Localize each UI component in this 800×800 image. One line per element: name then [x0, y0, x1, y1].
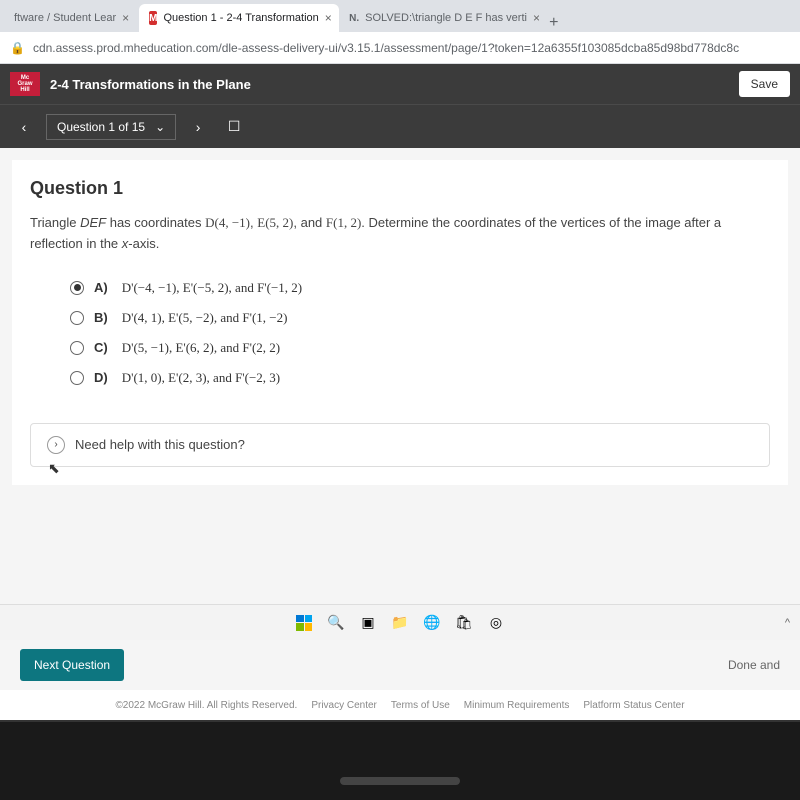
question-selector[interactable]: Question 1 of 15 ⌄ — [46, 114, 176, 140]
answer-choice-a[interactable]: A) D'(−4, −1), E'(−5, 2), and F'(−1, 2) — [70, 273, 770, 303]
question-counter: Question 1 of 15 — [57, 120, 145, 134]
chrome-icon[interactable]: ◎ — [484, 611, 508, 635]
answer-choice-c[interactable]: C) D'(5, −1), E'(6, 2), and F'(2, 2) — [70, 333, 770, 363]
answer-choice-b[interactable]: B) D'(4, 1), E'(5, −2), and F'(1, −2) — [70, 303, 770, 333]
edge-icon[interactable]: 🌐 — [420, 611, 444, 635]
chevron-down-icon: ⌄ — [155, 120, 165, 134]
task-view-icon[interactable]: ▣ — [356, 611, 380, 635]
tab-label: Question 1 - 2-4 Transformation — [163, 12, 318, 24]
tab-label: SOLVED:\triangle D E F has verti — [365, 12, 527, 24]
question-nav: ‹ Question 1 of 15 ⌄ › ☐ — [0, 104, 800, 148]
windows-start-icon[interactable] — [292, 611, 316, 635]
file-explorer-icon[interactable]: 📁 — [388, 611, 412, 635]
help-box[interactable]: › Need help with this question? — [30, 423, 770, 467]
help-text: Need help with this question? — [75, 437, 245, 452]
footer: ©2022 McGraw Hill. All Rights Reserved. … — [0, 690, 800, 720]
lock-icon: 🔒 — [10, 41, 25, 55]
copyright: ©2022 McGraw Hill. All Rights Reserved. — [115, 700, 297, 711]
address-bar: 🔒 cdn.assess.prod.mheducation.com/dle-as… — [0, 32, 800, 64]
footer-link[interactable]: Platform Status Center — [583, 700, 684, 711]
footer-link[interactable]: Minimum Requirements — [464, 700, 570, 711]
question-stem: Triangle DEF has coordinates D(4, −1), E… — [30, 213, 770, 255]
next-question-button[interactable]: Next Question — [20, 649, 124, 681]
content-area: Question 1 Triangle DEF has coordinates … — [0, 148, 800, 640]
radio-icon[interactable] — [70, 341, 84, 355]
tab-favicon: M — [149, 11, 157, 25]
chevron-right-icon: › — [47, 436, 65, 454]
radio-icon[interactable] — [70, 311, 84, 325]
browser-tab[interactable]: N. SOLVED:\triangle D E F has verti × — [339, 4, 539, 32]
radio-icon[interactable] — [70, 371, 84, 385]
next-question-button[interactable]: › — [184, 113, 212, 141]
browser-tab[interactable]: ftware / Student Lear × — [4, 4, 139, 32]
windows-taskbar: 🔍 ▣ 📁 🌐 🛍 ◎ ^ — [0, 604, 800, 640]
assessment-title: 2-4 Transformations in the Plane — [50, 77, 729, 92]
question-card: Question 1 Triangle DEF has coordinates … — [12, 160, 788, 485]
tab-label: ftware / Student Lear — [14, 12, 116, 24]
answer-choices: A) D'(−4, −1), E'(−5, 2), and F'(−1, 2) … — [70, 273, 770, 393]
footer-link[interactable]: Terms of Use — [391, 700, 450, 711]
action-bar: Next Question Done and — [0, 640, 800, 690]
done-text: Done and — [728, 658, 780, 672]
mcgraw-hill-logo: McGrawHill — [10, 72, 40, 96]
browser-tab-active[interactable]: M Question 1 - 2-4 Transformation × — [139, 4, 339, 32]
browser-tab-strip: ftware / Student Lear × M Question 1 - 2… — [0, 0, 800, 32]
answer-choice-d[interactable]: D) D'(1, 0), E'(2, 3), and F'(−2, 3) — [70, 363, 770, 393]
close-icon[interactable]: × — [122, 11, 129, 25]
footer-link[interactable]: Privacy Center — [311, 700, 377, 711]
store-icon[interactable]: 🛍 — [452, 611, 476, 635]
search-icon[interactable]: 🔍 — [324, 611, 348, 635]
laptop-bezel — [0, 720, 800, 800]
new-tab-button[interactable]: + — [539, 14, 568, 32]
app-header: McGrawHill 2-4 Transformations in the Pl… — [0, 64, 800, 104]
radio-selected-icon[interactable] — [70, 281, 84, 295]
url-text[interactable]: cdn.assess.prod.mheducation.com/dle-asse… — [33, 41, 790, 55]
tab-favicon: N. — [349, 11, 359, 25]
save-button[interactable]: Save — [739, 71, 790, 97]
bookmark-icon[interactable]: ☐ — [220, 113, 248, 141]
close-icon[interactable]: × — [325, 11, 332, 25]
system-tray[interactable]: ^ — [785, 617, 790, 629]
question-heading: Question 1 — [30, 178, 770, 199]
laptop-hinge — [340, 777, 460, 785]
prev-question-button[interactable]: ‹ — [10, 113, 38, 141]
